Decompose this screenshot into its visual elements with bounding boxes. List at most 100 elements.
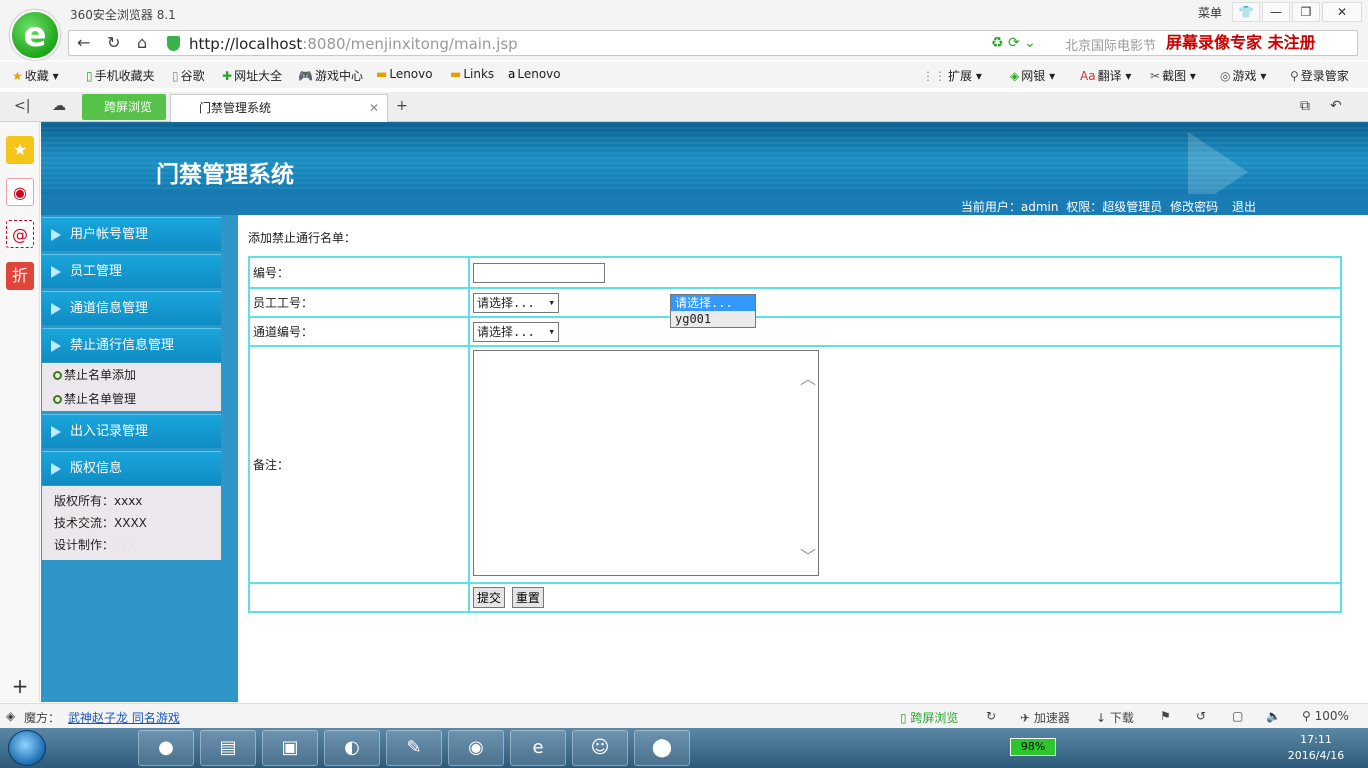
maximize-button[interactable]: ❐ <box>1292 2 1320 22</box>
search-icon: ⚲ <box>1290 69 1299 83</box>
favorites-star-icon[interactable]: ★ <box>6 136 34 164</box>
menu-copyright[interactable]: 版权信息 <box>42 451 221 485</box>
add-sidebar-icon[interactable]: + <box>6 676 34 704</box>
bookmark-links-folder[interactable]: ▬ Links <box>450 67 494 81</box>
scroll-down-icon[interactable]: ﹀ <box>800 543 816 567</box>
sidebar-toggle-icon[interactable]: <| <box>14 98 30 114</box>
menu-user-accounts[interactable]: 用户帐号管理 <box>42 217 221 251</box>
submenu-add-blacklist[interactable]: 禁止名单添加 <box>42 363 221 387</box>
status-zoom[interactable]: ⚲ 100% <box>1302 709 1349 723</box>
reset-button[interactable]: 重置 <box>511 587 544 608</box>
bookmark-games[interactable]: 🎮 游戏中心 <box>298 67 363 84</box>
id-input[interactable] <box>473 262 605 283</box>
bookmark-favorites[interactable]: ★ 收藏 ▾ <box>12 67 59 84</box>
change-password-link[interactable]: 修改密码 <box>1170 200 1218 214</box>
refresh-icon[interactable]: ↻ <box>107 33 120 52</box>
bookmark-hao[interactable]: ✚ 网址大全 <box>222 67 282 84</box>
taskbar-app-green-icon[interactable]: ● <box>138 730 194 766</box>
skin-icon[interactable]: 👕 <box>1232 2 1260 22</box>
cloud-icon[interactable]: ☁ <box>52 98 66 114</box>
discount-icon[interactable]: 折 <box>6 262 34 290</box>
copyright-design: 设计制作：xxx <box>54 538 136 552</box>
scissors-icon: ✂ <box>1150 69 1161 83</box>
restore-tab-icon[interactable]: ⧉ <box>1300 98 1310 114</box>
tab-cross-screen[interactable]: 跨屏浏览 <box>82 94 166 120</box>
dropdown-option-yg001[interactable]: yg001 <box>671 311 755 327</box>
scroll-up-icon[interactable]: ︿ <box>800 365 816 389</box>
bookmark-lenovo[interactable]: a Lenovo <box>508 67 561 81</box>
chevron-down-icon: ▾ <box>548 324 555 338</box>
memo-textarea[interactable] <box>473 350 819 576</box>
copyright-owner: 版权所有：xxxx <box>54 494 143 508</box>
employee-select[interactable]: 请选择... ▾ <box>473 292 559 313</box>
address-tools-icon[interactable]: ♻ ⟳ ⌄ <box>991 35 1036 51</box>
toolbar-screenshot[interactable]: ✂ 截图 ▾ <box>1150 67 1196 84</box>
clock-time: 17:11 <box>1300 733 1332 746</box>
status-accelerator[interactable]: ✈ 加速器 <box>1020 709 1070 726</box>
star-icon: ★ <box>12 69 23 83</box>
taskbar-clock[interactable]: 17:11 2016/4/16 <box>1286 732 1346 764</box>
grid-icon: ⋮⋮ <box>922 69 946 83</box>
url-text[interactable]: http://localhost:8080/menjinxitong/main.… <box>189 35 518 53</box>
bookmark-lenovo-folder[interactable]: ▬ Lenovo <box>376 67 433 81</box>
menu-access-records[interactable]: 出入记录管理 <box>42 414 221 448</box>
taskbar-notepad-icon[interactable]: ✎ <box>386 730 442 766</box>
email-icon[interactable]: @ <box>6 220 34 248</box>
taskbar-explorer-icon[interactable]: ▤ <box>200 730 256 766</box>
status-window-icon[interactable]: ▢ <box>1232 709 1243 723</box>
start-button[interactable] <box>8 730 46 766</box>
tab-active[interactable]: 门禁管理系统 ✕ <box>170 94 388 122</box>
status-download[interactable]: ↓ 下载 <box>1096 709 1134 726</box>
logout-link[interactable]: 退出 <box>1232 200 1256 214</box>
status-flag-icon[interactable]: ⚑ <box>1160 709 1171 723</box>
bookmark-mobile[interactable]: ▯ 手机收藏夹 <box>86 67 155 84</box>
submenu-manage-blacklist[interactable]: 禁止名单管理 <box>42 387 221 411</box>
web-page: 门禁管理系统 当前用户：admin 权限：超级管理员 修改密码 退出 用户帐号管… <box>41 122 1368 702</box>
address-bar[interactable]: ← ↻ ⌂ http://localhost:8080/menjinxitong… <box>68 30 1358 56</box>
channel-select[interactable]: 请选择... ▾ <box>473 321 559 342</box>
toolbar-extensions[interactable]: ⋮⋮ 扩展 ▾ <box>922 67 982 84</box>
toolbar-games[interactable]: ◎ 游戏 ▾ <box>1220 67 1266 84</box>
memo-label: 备注： <box>249 346 469 583</box>
bookmark-google[interactable]: ▯ 谷歌 <box>172 67 205 84</box>
window-controls: 菜单 👕 — ❐ ✕ <box>1198 2 1362 22</box>
gamepad-icon: 🎮 <box>298 69 313 83</box>
recorder-watermark: 屏幕录像专家 未注册 <box>1166 33 1316 52</box>
status-refresh-icon[interactable]: ↻ <box>986 709 996 723</box>
taskbar-anime-icon[interactable]: ☺ <box>572 730 628 766</box>
menu-employees[interactable]: 员工管理 <box>42 254 221 288</box>
weibo-icon[interactable]: ◉ <box>6 178 34 206</box>
user-info: 当前用户：admin 权限：超级管理员 修改密码 退出 <box>957 198 1256 215</box>
status-cross-screen[interactable]: ▯ 跨屏浏览 <box>900 709 958 726</box>
toolbar-bank[interactable]: ◈ 网银 ▾ <box>1010 67 1055 84</box>
menu-forbidden[interactable]: 禁止通行信息管理 <box>42 328 221 362</box>
menu-channels[interactable]: 通道信息管理 <box>42 291 221 325</box>
toolbar-translate[interactable]: Aa 翻译 ▾ <box>1080 67 1131 84</box>
toolbar-login[interactable]: ⚲ 登录管家 <box>1290 67 1349 84</box>
minimize-button[interactable]: — <box>1262 2 1290 22</box>
status-reload-icon[interactable]: ↺ <box>1196 709 1206 723</box>
close-tab-icon[interactable]: ✕ <box>369 95 379 121</box>
channel-label: 通道编号： <box>249 317 469 346</box>
search-box[interactable]: 北京国际电影节 <box>1065 35 1156 54</box>
taskbar-toolbox-icon[interactable]: ▣ <box>262 730 318 766</box>
role-value: 超级管理员 <box>1102 200 1163 214</box>
back-icon[interactable]: ← <box>77 33 90 52</box>
submit-button[interactable]: 提交 <box>473 587 506 608</box>
taskbar-eclipse-icon[interactable]: ◉ <box>448 730 504 766</box>
taskbar-dreamweaver-icon[interactable]: ◐ <box>324 730 380 766</box>
undo-close-icon[interactable]: ↶ <box>1330 98 1342 114</box>
form-title: 添加禁止通行名单： <box>248 231 357 245</box>
magic-link[interactable]: 武神赵子龙 同名游戏 <box>68 709 180 726</box>
dropdown-option-default[interactable]: 请选择... <box>671 295 755 311</box>
new-tab-icon[interactable]: + <box>396 98 408 114</box>
close-window-button[interactable]: ✕ <box>1322 2 1362 22</box>
browser-menu-button[interactable]: 菜单 <box>1198 4 1222 21</box>
taskbar-360-browser-icon[interactable]: e <box>510 730 566 766</box>
taskbar-recorder-icon[interactable]: ⬤ <box>634 730 690 766</box>
battery-indicator[interactable]: 98% <box>1010 738 1056 756</box>
employee-dropdown[interactable]: 请选择... yg001 <box>670 294 756 328</box>
home-icon[interactable]: ⌂ <box>137 33 147 52</box>
chevron-down-icon: ▾ <box>548 295 555 309</box>
status-volume-icon[interactable]: 🔈 <box>1266 709 1281 723</box>
